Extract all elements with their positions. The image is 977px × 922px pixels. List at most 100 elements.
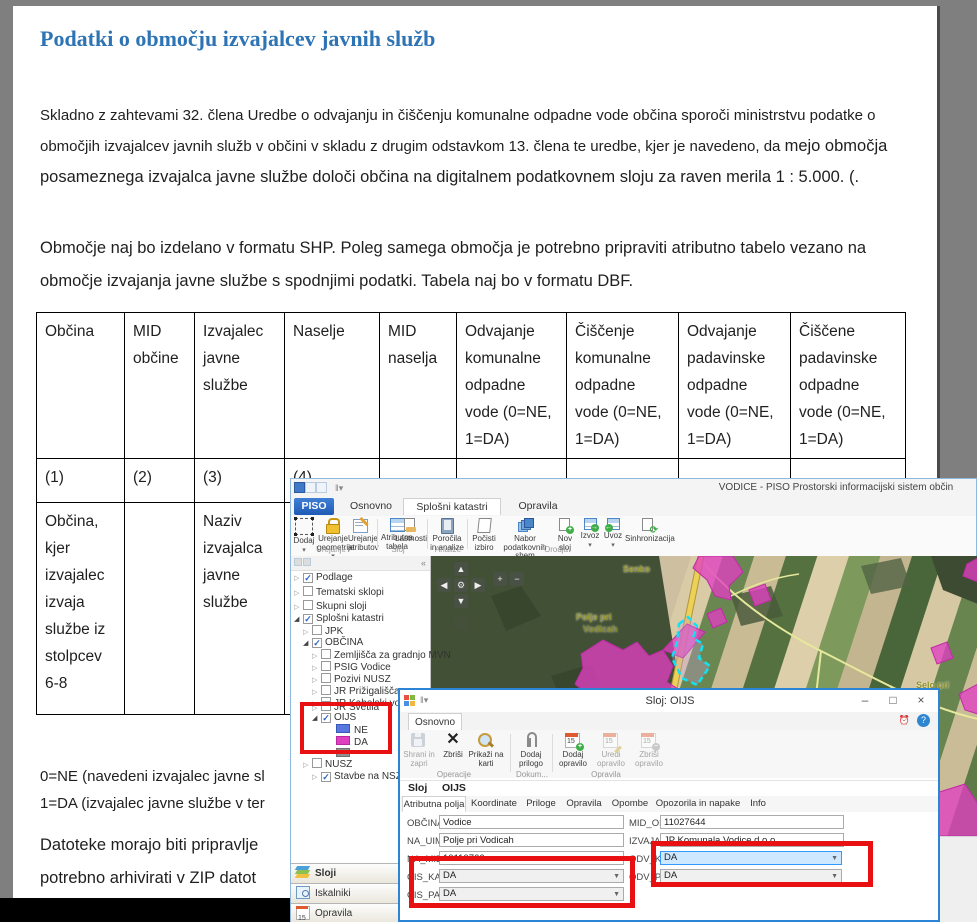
checkbox-unchecked[interactable]	[321, 661, 331, 671]
tab-opravila[interactable]: Opravila	[562, 796, 606, 812]
checkbox-unchecked[interactable]	[312, 758, 322, 768]
close-button[interactable]: ×	[908, 690, 934, 710]
table-header-cell: Občina	[37, 313, 125, 459]
tab-opozorila[interactable]: Opozorila in napake	[654, 796, 742, 812]
maximize-button[interactable]: □	[880, 690, 906, 710]
checkbox-unchecked[interactable]	[303, 600, 313, 610]
expand-collapsed-icon[interactable]: ▷	[303, 760, 312, 771]
tree-item[interactable]: ▷ Skupni sloji	[294, 600, 367, 612]
tab-info[interactable]: Info	[744, 796, 772, 812]
export-button[interactable]: → Izvoz ▾	[579, 518, 601, 554]
clear-selection-button[interactable]: Počisti izbiro	[470, 518, 498, 554]
button-label: Prikaži na karti	[468, 750, 503, 768]
tree-item[interactable]: ◢✓OBČINA	[303, 637, 363, 649]
quick-access-caret-icon[interactable]: ‖▾	[420, 695, 428, 706]
tab-koordinate[interactable]: Koordinate	[468, 796, 520, 812]
tab-osnovno[interactable]: Osnovno	[343, 498, 399, 515]
dialog-ribbon: Shrani in zapri ✕ Zbriši Prikaži na kart…	[400, 730, 938, 778]
checkbox-unchecked[interactable]	[321, 649, 331, 659]
checkbox-unchecked[interactable]	[312, 625, 322, 635]
delete-task-button[interactable]: 15− Zbriši opravilo	[632, 732, 666, 776]
tree-item[interactable]: ▷Zemljišča za gradnjo MVN	[312, 649, 451, 661]
checkbox-checked[interactable]: ✓	[303, 614, 313, 624]
minimize-button[interactable]: –	[852, 690, 878, 710]
expand-expanded-icon[interactable]: ◢	[303, 638, 312, 649]
tree-item-label: Stavbe na NSZ	[334, 771, 402, 782]
obcina-input[interactable]	[439, 815, 624, 829]
dialog-form-tabs: Atributna polja Koordinate Priloge Oprav…	[400, 796, 938, 813]
tree-item[interactable]: ▷Tematski sklopi	[294, 586, 384, 598]
tab-piso[interactable]: PISO	[294, 498, 334, 515]
checkbox-checked[interactable]: ✓	[321, 772, 331, 782]
expand-collapsed-icon[interactable]: ▷	[294, 573, 303, 584]
mid-ob-input[interactable]	[660, 815, 844, 829]
button-label: Lastnosti	[395, 534, 427, 543]
pan-left-button[interactable]: ◀	[437, 578, 451, 592]
paragraph-1: Skladno z zahtevami 32. člena Uredbe o o…	[40, 100, 924, 193]
dialog-tab-osnovno[interactable]: Osnovno	[408, 713, 462, 730]
page-title: Podatki o območju izvajalcev javnih služ…	[40, 26, 920, 52]
tree-item[interactable]: ▷✓Podlage	[294, 572, 353, 584]
ribbon-group-label: Analize	[423, 545, 473, 554]
tab-opombe[interactable]: Opombe	[608, 796, 652, 812]
checkbox-unchecked[interactable]	[303, 586, 313, 596]
piso-titlebar[interactable]: ‖▾ VODICE - PISO Prostorski informacijsk…	[291, 479, 976, 497]
tree-item-label: Pozivi NUSZ	[334, 674, 391, 685]
na-uime-input[interactable]	[439, 833, 624, 847]
app-icon	[294, 482, 327, 496]
magnifier-icon	[477, 732, 495, 749]
extra-map-tool-button[interactable]	[454, 616, 468, 630]
tree-item[interactable]: ▷Pozivi NUSZ	[312, 673, 391, 685]
piso-ribbon: Dodaj▾ Urejanje geometrije ▾ Urejanje at…	[291, 516, 976, 557]
notebook-icon	[439, 518, 455, 533]
checkbox-unchecked[interactable]	[321, 685, 331, 695]
checkbox-checked[interactable]: ✓	[312, 638, 322, 648]
tab-priloge[interactable]: Priloge	[522, 796, 560, 812]
tab-atributna-polja[interactable]: Atributna polja	[402, 796, 466, 812]
tree-item-label: OBČINA	[325, 637, 363, 648]
pan-center-button[interactable]: ⚙	[454, 578, 468, 592]
tab-opravila[interactable]: Opravila	[509, 498, 567, 515]
tree-item[interactable]: ▷JR Prižigališča	[312, 685, 400, 697]
checkbox-unchecked[interactable]	[321, 673, 331, 683]
pan-up-button[interactable]: ▲	[454, 562, 468, 576]
expand-collapsed-icon[interactable]: ▷	[294, 588, 303, 599]
button-label: Shrani in zapri	[403, 750, 435, 768]
pan-down-button[interactable]: ▼	[454, 594, 468, 608]
alarm-icon[interactable]: ⏰	[899, 715, 910, 726]
tree-item[interactable]: ◢✓Splošni katastri	[294, 613, 384, 625]
piso-ribbon-tabs: PISO Osnovno Splošni katastri Opravila	[291, 497, 976, 517]
tab-splosni-katastri[interactable]: Splošni katastri	[403, 498, 501, 515]
ribbon-group-label: Orodja	[531, 545, 581, 554]
ribbon-separator	[510, 734, 511, 772]
sync-button[interactable]: ⟳ Sinhronizacija	[625, 518, 671, 554]
expand-expanded-icon[interactable]: ◢	[294, 614, 303, 625]
table-cell: Občina, kjer izvajalec izvaja službe iz …	[37, 503, 125, 715]
tree-item-label: Splošni katastri	[316, 613, 384, 624]
breadcrumb-sloj[interactable]: Sloj	[408, 782, 427, 794]
tree-item[interactable]: ▷JPK	[303, 625, 343, 637]
expand-collapsed-icon[interactable]: ▷	[312, 772, 321, 783]
expand-collapsed-icon[interactable]: ▷	[294, 602, 303, 613]
quick-access-caret-icon[interactable]: ‖▾	[335, 483, 343, 494]
zoom-in-button[interactable]: +	[493, 572, 507, 586]
checkbox-checked[interactable]: ✓	[303, 573, 313, 583]
zoom-out-button[interactable]: −	[510, 572, 524, 586]
layer-tree-header: «	[291, 556, 430, 571]
collapse-panel-icon[interactable]: «	[421, 558, 426, 568]
tree-item[interactable]: ▷PSIG Vodice	[312, 661, 391, 673]
help-icon[interactable]: ?	[917, 714, 930, 727]
tree-item-label: Podlage	[316, 572, 353, 583]
button-label: Počisti izbiro	[472, 534, 496, 552]
pan-right-button[interactable]: ▶	[471, 578, 485, 592]
dialog-titlebar[interactable]: ‖▾ Sloj: OIJS – □ ×	[400, 690, 938, 712]
breadcrumb-oijs[interactable]: OIJS	[442, 782, 466, 794]
tree-item[interactable]: ▷NUSZ	[303, 758, 352, 770]
piso-window-title: VODICE - PISO Prostorski informacijski s…	[671, 482, 977, 493]
import-button[interactable]: ← Uvoz ▾	[602, 518, 624, 554]
button-label: Dodaj	[294, 536, 315, 545]
tree-item-label: Skupni sloji	[316, 601, 367, 612]
button-label: Dodaj opravilo	[559, 750, 587, 768]
tree-item[interactable]: ▷✓Stavbe na NSZ	[312, 771, 402, 783]
map-label: Vodicah	[583, 624, 617, 634]
